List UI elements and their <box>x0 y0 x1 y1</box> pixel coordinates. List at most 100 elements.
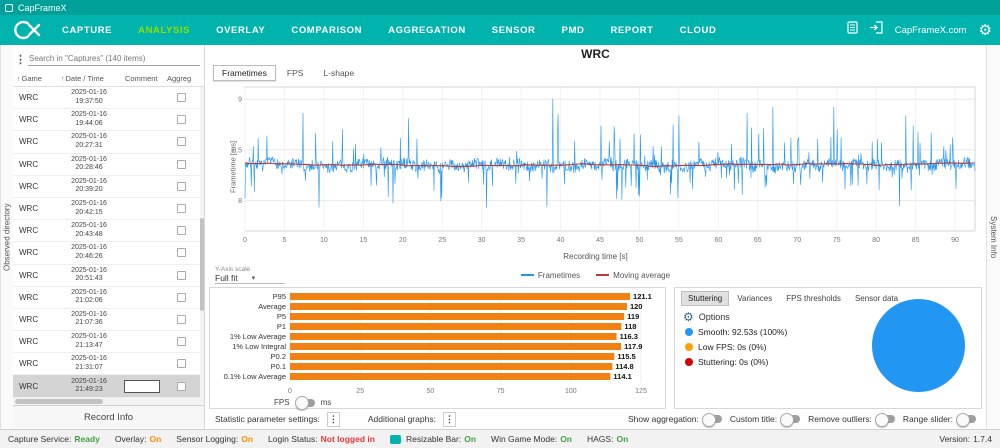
aggregate-checkbox[interactable] <box>177 337 186 346</box>
aggregate-checkbox[interactable] <box>177 271 186 280</box>
svg-text:0: 0 <box>243 237 247 244</box>
aggregate-checkbox[interactable] <box>177 115 186 124</box>
chart-legend: FrametimesMoving average <box>209 271 982 280</box>
nav-item-pmd[interactable]: PMD <box>562 25 585 36</box>
capture-row[interactable]: WRC2025-01-1620:28:46 <box>13 154 204 176</box>
aggregate-checkbox[interactable] <box>177 293 186 302</box>
frametimes-plot[interactable]: 05101520253035404550556065707580859088.5… <box>223 81 980 247</box>
cx-logo-icon <box>8 19 44 41</box>
capture-row[interactable]: WRC2025-01-1620:51:43 <box>13 265 204 287</box>
tab-l-shape[interactable]: L-shape <box>314 65 363 81</box>
column-header-datetime[interactable]: ↑Date / Time <box>57 74 121 83</box>
captures-menu-icon[interactable]: ⋮ <box>15 53 25 66</box>
frametimes-chart[interactable]: Frametime [ms] 0510152025303540455055606… <box>209 81 982 252</box>
aggregate-checkbox[interactable] <box>177 382 186 391</box>
toggle-switch[interactable] <box>876 415 895 423</box>
svg-text:90: 90 <box>951 237 959 244</box>
aggregate-checkbox[interactable] <box>177 204 186 213</box>
capture-row[interactable]: WRC2025-01-1620:27:31 <box>13 131 204 153</box>
sort-ascending-icon: ↑ <box>61 76 65 83</box>
aggregate-checkbox[interactable] <box>177 160 186 169</box>
vertical-scrollbar[interactable] <box>200 87 204 398</box>
capture-game: WRC <box>13 160 57 169</box>
column-header-aggregate[interactable]: Aggreg <box>163 74 200 83</box>
yaxis-scale-block: Y-Axis scale Full fit ▾ <box>209 266 285 284</box>
tab-fps[interactable]: FPS <box>278 65 313 81</box>
captures-search-input[interactable] <box>28 52 200 66</box>
record-info-bar[interactable]: Record Info <box>13 405 204 429</box>
svg-text:Average: Average <box>258 302 286 311</box>
observed-directory-tab[interactable]: Observed directory <box>0 45 13 429</box>
aggregate-checkbox[interactable] <box>177 137 186 146</box>
capture-game: WRC <box>13 182 57 191</box>
svg-text:0.1% Low Average: 0.1% Low Average <box>224 372 286 381</box>
svg-text:75: 75 <box>497 388 505 393</box>
site-link[interactable]: CapFrameX.com <box>895 25 967 36</box>
horizontal-scrollbar[interactable] <box>13 398 204 405</box>
aggregate-checkbox[interactable] <box>177 315 186 324</box>
status-label: HAGS: <box>587 434 613 444</box>
capture-row[interactable]: WRC2025-01-1619:37:50 <box>13 87 204 109</box>
status-item: Login Status:Not logged in <box>268 434 375 444</box>
stutter-tab-variances[interactable]: Variances <box>731 292 778 305</box>
aggregate-checkbox[interactable] <box>177 248 186 257</box>
column-header-game[interactable]: ↑Game <box>13 74 57 83</box>
nav-item-capture[interactable]: CAPTURE <box>62 25 112 36</box>
stutter-tab-sensor-data[interactable]: Sensor data <box>849 292 904 305</box>
nav-item-overlay[interactable]: OVERLAY <box>216 25 265 36</box>
system-info-tab[interactable]: System Info <box>986 45 1000 429</box>
capture-row[interactable]: WRC2025-01-1620:46:26 <box>13 242 204 264</box>
capture-row[interactable]: WRC2025-01-1620:43:48 <box>13 220 204 242</box>
nav-item-analysis[interactable]: ANALYSIS <box>138 25 190 36</box>
nav-item-comparison[interactable]: COMPARISON <box>291 25 362 36</box>
nav-item-cloud[interactable]: CLOUD <box>680 25 717 36</box>
search-row: ⋮ <box>13 45 204 71</box>
settings-gear-icon[interactable]: ⚙ <box>979 23 992 38</box>
tab-frametimes[interactable]: Frametimes <box>213 65 276 81</box>
svg-text:118: 118 <box>624 322 636 331</box>
capture-row[interactable]: WRC2025-01-1621:31:07 <box>13 353 204 375</box>
yaxis-scale-select[interactable]: Full fit ▾ <box>215 273 285 284</box>
nav-item-report[interactable]: REPORT <box>610 25 653 36</box>
stutter-tab-fps-thresholds[interactable]: FPS thresholds <box>780 292 847 305</box>
fps-statistics-plot[interactable]: 0255075100125P95121.1Average120P5119P111… <box>212 289 663 393</box>
toggle-group: Show aggregation: <box>628 414 722 424</box>
capture-row[interactable]: WRC2025-01-1619:44:06 <box>13 109 204 131</box>
chart-tabs: FrametimesFPSL-shape <box>209 63 982 81</box>
report-icon[interactable] <box>847 21 858 39</box>
aggregate-checkbox[interactable] <box>177 182 186 191</box>
capture-row[interactable]: WRC2025-01-1621:02:06 <box>13 287 204 309</box>
toggle-switch[interactable] <box>703 415 722 423</box>
scrollbar-thumb[interactable] <box>200 218 204 311</box>
capture-aggregate-cell <box>163 93 200 102</box>
statistic-settings-menu-icon[interactable]: ⋮ <box>327 412 340 427</box>
aggregate-checkbox[interactable] <box>177 359 186 368</box>
capture-aggregate-cell <box>163 182 200 191</box>
status-item: Overlay:On <box>115 434 161 444</box>
capture-row[interactable]: WRC2025-01-1621:13:47 <box>13 331 204 353</box>
aggregate-checkbox[interactable] <box>177 226 186 235</box>
sort-ascending-icon: ↑ <box>17 76 21 83</box>
capture-row[interactable]: WRC2025-01-1621:07:36 <box>13 309 204 331</box>
additional-graphs-menu-icon[interactable]: ⋮ <box>443 412 456 427</box>
capture-row[interactable]: WRC2025-01-1620:39:20 <box>13 176 204 198</box>
cx-logo[interactable] <box>8 19 44 41</box>
fps-statistics-chart[interactable]: 0255075100125P95121.1Average120P5119P111… <box>209 287 666 409</box>
cx-chip-icon <box>390 435 401 444</box>
capture-row[interactable]: WRC2025-01-1620:42:15 <box>13 198 204 220</box>
column-header-comment[interactable]: Comment <box>121 74 163 83</box>
nav-item-aggregation[interactable]: AGGREGATION <box>388 25 466 36</box>
stuttering-pie-chart[interactable] <box>872 299 965 392</box>
stutter-tab-stuttering[interactable]: Stuttering <box>681 291 729 306</box>
nav-item-sensor[interactable]: SENSOR <box>492 25 536 36</box>
login-icon[interactable] <box>870 21 883 39</box>
capture-datetime: 2025-01-1620:43:48 <box>57 222 121 239</box>
comment-input[interactable] <box>124 380 160 393</box>
legend-dot <box>685 343 693 351</box>
capture-row[interactable]: WRC2025-01-1621:49:23 <box>13 375 204 397</box>
toggle-switch[interactable] <box>781 415 800 423</box>
aggregate-checkbox[interactable] <box>177 93 186 102</box>
toggle-switch[interactable] <box>957 415 976 423</box>
fps-ms-toggle[interactable] <box>296 399 315 407</box>
scrollbar-thumb[interactable] <box>15 399 103 404</box>
